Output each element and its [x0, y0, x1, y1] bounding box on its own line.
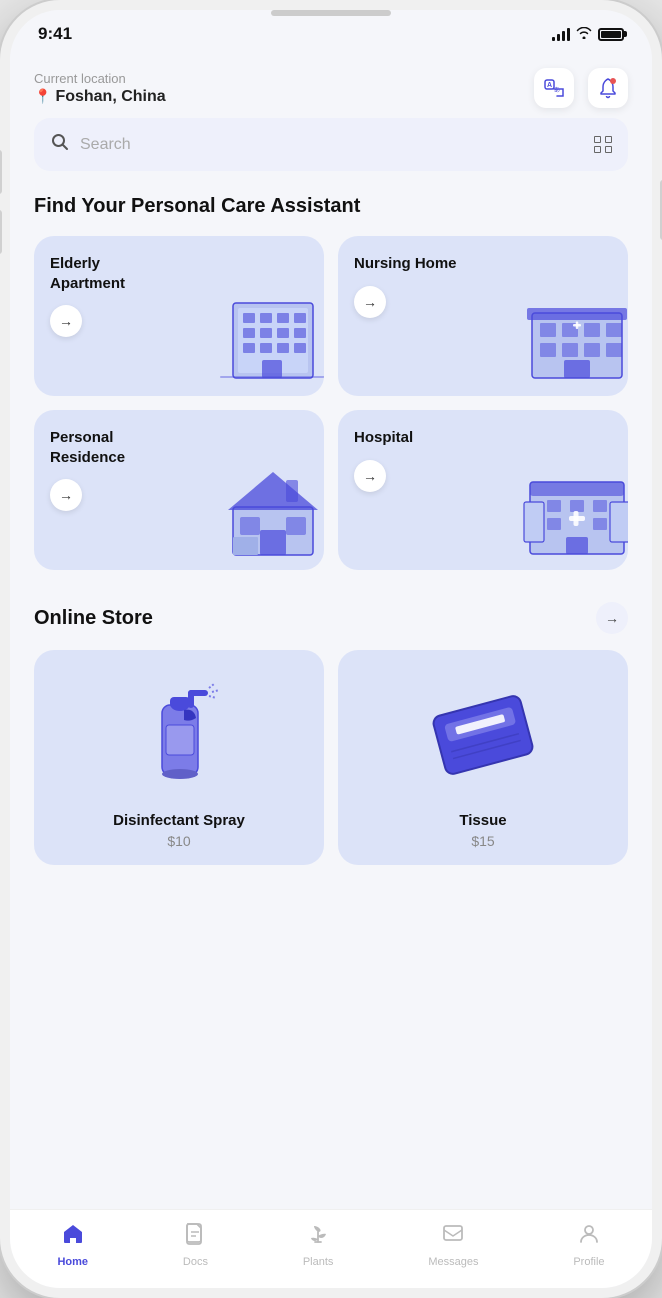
care-card-elderly-apartment[interactable]: Elderly Apartment →: [34, 236, 324, 396]
plant-icon: [306, 1222, 330, 1252]
vol-down-button: [0, 210, 2, 254]
nav-item-plant[interactable]: Plants: [303, 1222, 334, 1268]
location-pin-icon: 📍: [34, 88, 51, 105]
grid-view-icon[interactable]: [594, 136, 612, 154]
care-card-hospital[interactable]: Hospital →: [338, 410, 628, 570]
phone-screen: 9:41: [10, 10, 652, 1288]
elderly-apartment-illustration: [218, 288, 324, 388]
nav-item-home[interactable]: Home: [57, 1222, 88, 1268]
nav-label-profile: Profile: [573, 1256, 604, 1268]
nav-item-documents[interactable]: Docs: [183, 1222, 208, 1268]
store-grid: Disinfectant Spray $10: [34, 650, 628, 865]
personal-residence-illustration: [218, 462, 324, 562]
store-section-title: Online Store: [34, 607, 153, 630]
status-time: 9:41: [38, 24, 72, 44]
online-store-header: Online Store →: [34, 602, 628, 634]
hospital-illustration: [522, 462, 628, 562]
see-all-button[interactable]: →: [596, 602, 628, 634]
care-card-arrow: →: [50, 479, 82, 511]
location-value: 📍 Foshan, China: [34, 88, 166, 106]
care-card-arrow: →: [354, 460, 386, 492]
care-card-title: Hospital: [354, 428, 464, 448]
nursing-home-illustration: [522, 288, 628, 388]
care-grid: Elderly Apartment →: [34, 236, 628, 570]
phone-frame: 9:41: [0, 0, 662, 1298]
product-price: $10: [167, 833, 190, 849]
store-card-tissue[interactable]: Tissue $15: [338, 650, 628, 865]
documents-icon: [183, 1222, 207, 1252]
search-placeholder: Search: [80, 136, 594, 154]
profile-icon: [577, 1222, 601, 1252]
store-card-disinfectant-spray[interactable]: Disinfectant Spray $10: [34, 650, 324, 865]
search-icon: [50, 132, 70, 157]
product-image-spray: [134, 670, 224, 800]
translate-button[interactable]: A あ: [534, 68, 574, 108]
product-name: Disinfectant Spray: [113, 812, 245, 829]
svg-text:A: A: [547, 82, 552, 89]
svg-text:あ: あ: [554, 87, 560, 94]
battery-icon: [598, 28, 624, 41]
header-actions: A あ: [534, 68, 628, 108]
search-bar[interactable]: Search: [34, 118, 628, 171]
main-content: Current location 📍 Foshan, China A あ: [10, 44, 652, 1209]
header: Current location 📍 Foshan, China A あ: [34, 54, 628, 118]
home-icon: [61, 1222, 85, 1252]
wifi-icon: [576, 26, 592, 42]
nav-item-messages[interactable]: Messages: [428, 1222, 478, 1268]
care-card-nursing-home[interactable]: Nursing Home →: [338, 236, 628, 396]
care-card-title: Nursing Home: [354, 254, 464, 274]
care-card-personal-residence[interactable]: Personal Residence →: [34, 410, 324, 570]
nav-label-plant: Plants: [303, 1256, 334, 1268]
signal-icon: [552, 27, 570, 41]
care-card-title: Personal Residence: [50, 428, 160, 467]
location-block: Current location 📍 Foshan, China: [34, 71, 166, 106]
status-icons: [552, 26, 624, 42]
care-card-title: Elderly Apartment: [50, 254, 160, 293]
nav-label-messages: Messages: [428, 1256, 478, 1268]
care-card-arrow: →: [50, 305, 82, 337]
bottom-nav: Home Docs: [10, 1209, 652, 1288]
care-card-arrow: →: [354, 286, 386, 318]
location-city: Foshan, China: [55, 88, 165, 106]
nav-item-profile[interactable]: Profile: [573, 1222, 604, 1268]
vol-up-button: [0, 150, 2, 194]
product-name: Tissue: [459, 812, 506, 829]
nav-label-home: Home: [57, 1256, 88, 1268]
location-label: Current location: [34, 71, 166, 86]
product-image-tissue: [423, 670, 543, 800]
product-price: $15: [471, 833, 494, 849]
care-section-title: Find Your Personal Care Assistant: [34, 195, 628, 218]
messages-icon: [441, 1222, 465, 1252]
notch: [271, 10, 391, 16]
notification-button[interactable]: [588, 68, 628, 108]
nav-label-documents: Docs: [183, 1256, 208, 1268]
